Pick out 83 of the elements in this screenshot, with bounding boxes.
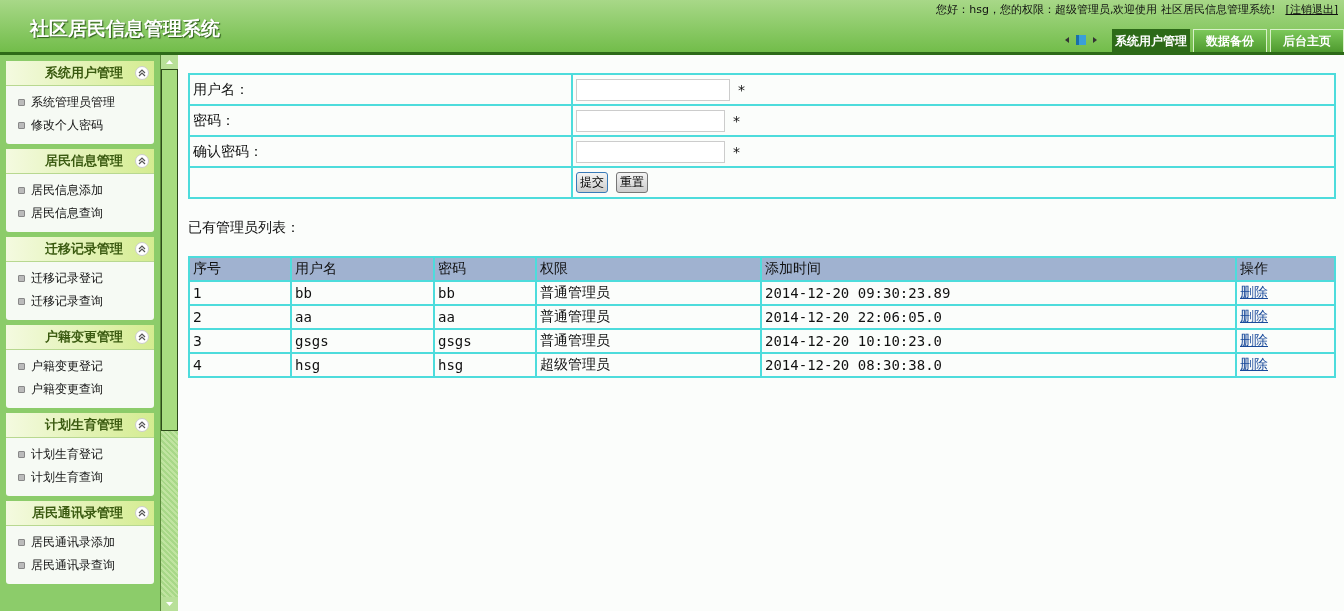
menu-item[interactable]: 系统管理员管理 — [31, 94, 115, 111]
list-title: 已有管理员列表： — [188, 219, 301, 237]
menu-item[interactable]: 居民信息查询 — [31, 205, 103, 222]
menu-item[interactable]: 计划生育查询 — [31, 469, 103, 486]
column-header: 操作 — [1236, 257, 1335, 281]
required-mark: * — [733, 112, 740, 129]
table-cell: aa — [438, 309, 455, 325]
bullet-icon — [18, 451, 25, 458]
column-header: 添加时间 — [761, 257, 1236, 281]
bullet-icon — [18, 298, 25, 305]
menu-header[interactable]: 居民信息管理 — [6, 149, 154, 174]
greeting-text: 您好：hsg，您的权限：超级管理员,欢迎使用 社区居民信息管理系统! — [936, 2, 1276, 18]
table-cell: 2014-12-20 08:30:38.0 — [765, 357, 942, 373]
collapse-icon[interactable] — [135, 418, 149, 432]
table-cell: 4 — [193, 357, 202, 373]
bullet-icon — [18, 275, 25, 282]
table-cell: 3 — [193, 333, 202, 349]
table-cell: bb — [295, 285, 312, 301]
table-cell: 2014-12-20 22:06:05.0 — [765, 309, 942, 325]
app-title: 社区居民信息管理系统 — [28, 16, 220, 40]
menu-header[interactable]: 系统用户管理 — [6, 61, 154, 86]
delete-link[interactable]: 删除 — [1240, 332, 1268, 348]
form-button[interactable]: 重置 — [616, 172, 648, 193]
table-cell: bb — [438, 285, 455, 301]
menu-header[interactable]: 户籍变更管理 — [6, 325, 154, 350]
menu-item[interactable]: 修改个人密码 — [31, 117, 103, 134]
bullet-icon — [18, 474, 25, 481]
table-cell: gsgs — [438, 333, 472, 349]
tab-scroll-icon[interactable] — [1063, 33, 1099, 47]
menu-item[interactable]: 居民信息添加 — [31, 182, 103, 199]
menu-header[interactable]: 计划生育管理 — [6, 413, 154, 438]
table-cell: 超级管理员 — [540, 356, 610, 372]
column-header: 用户名 — [291, 257, 434, 281]
menu-item[interactable]: 迁移记录登记 — [31, 270, 103, 287]
menu-header[interactable]: 迁移记录管理 — [6, 237, 154, 262]
input-field[interactable] — [576, 140, 725, 163]
field-label: 确认密码： — [193, 142, 263, 159]
form-button[interactable]: 提交 — [576, 172, 608, 193]
collapse-icon[interactable] — [135, 154, 149, 168]
column-header: 密码 — [434, 257, 536, 281]
bullet-icon — [18, 363, 25, 370]
menu-item[interactable]: 居民通讯录添加 — [31, 534, 115, 551]
menu-item[interactable]: 户籍变更登记 — [31, 358, 103, 375]
bullet-icon — [18, 539, 25, 546]
collapse-icon[interactable] — [135, 506, 149, 520]
table-cell: 普通管理员 — [540, 308, 610, 324]
bullet-icon — [18, 562, 25, 569]
bullet-icon — [18, 187, 25, 194]
required-mark: * — [733, 143, 740, 160]
table-cell: gsgs — [295, 333, 329, 349]
logout-link[interactable]: [注销退出] — [1285, 2, 1338, 18]
bullet-icon — [18, 386, 25, 393]
nav-tab[interactable]: 系统用户管理 — [1112, 29, 1190, 52]
table-cell: 1 — [193, 285, 202, 301]
table-cell: 普通管理员 — [540, 284, 610, 300]
delete-link[interactable]: 删除 — [1240, 284, 1268, 300]
table-cell: hsg — [438, 357, 464, 373]
menu-item[interactable]: 居民通讯录查询 — [31, 557, 115, 574]
field-label: 用户名： — [193, 80, 249, 97]
menu-item[interactable]: 户籍变更查询 — [31, 381, 103, 398]
menu-header[interactable]: 居民通讯录管理 — [6, 501, 154, 526]
column-header: 序号 — [189, 257, 291, 281]
bullet-icon — [18, 210, 25, 217]
table-cell: 2 — [193, 309, 202, 325]
required-mark: * — [738, 81, 745, 98]
column-header: 权限 — [536, 257, 761, 281]
collapse-icon[interactable] — [135, 66, 149, 80]
input-field[interactable] — [576, 109, 725, 132]
collapse-icon[interactable] — [135, 330, 149, 344]
bullet-icon — [18, 99, 25, 106]
delete-link[interactable]: 删除 — [1240, 308, 1268, 324]
collapse-icon[interactable] — [135, 242, 149, 256]
table-cell: aa — [295, 309, 312, 325]
menu-item[interactable]: 迁移记录查询 — [31, 293, 103, 310]
input-field[interactable] — [576, 78, 730, 101]
menu-item[interactable]: 计划生育登记 — [31, 446, 103, 463]
delete-link[interactable]: 删除 — [1240, 356, 1268, 372]
table-cell: 普通管理员 — [540, 332, 610, 348]
table-cell: 2014-12-20 10:10:23.0 — [765, 333, 942, 349]
table-cell: 2014-12-20 09:30:23.89 — [765, 285, 951, 301]
bullet-icon — [18, 122, 25, 129]
field-label: 密码： — [193, 111, 235, 128]
table-cell: hsg — [295, 357, 321, 373]
